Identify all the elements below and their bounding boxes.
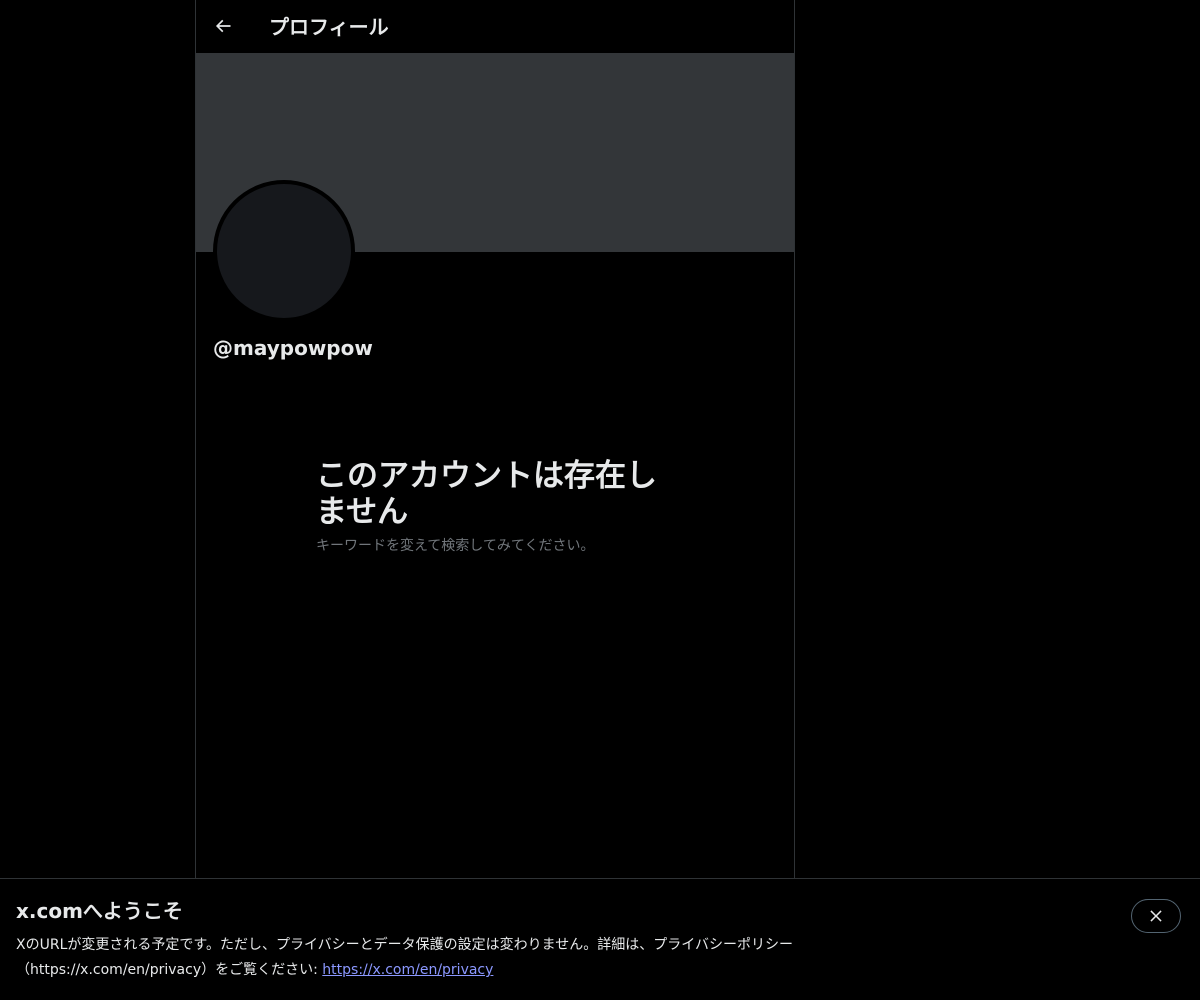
back-button[interactable] [206, 9, 240, 43]
top-bar: プロフィール [196, 0, 794, 53]
welcome-notice: x.comへようこそ XのURLが変更される予定です。ただし、プライバシーとデー… [0, 878, 1200, 1000]
empty-state-subtitle: キーワードを変えて検索してみてください。 [316, 538, 595, 554]
avatar [213, 180, 355, 322]
page-title: プロフィール [269, 15, 389, 39]
notice-message: XのURLが変更される予定です。ただし、プライバシーとデータ保護の設定は変わりま… [16, 933, 886, 983]
profile-handle: @maypowpow [213, 336, 373, 360]
empty-state: このアカウントは存在しません キーワードを変えて検索してみてください。 [316, 458, 676, 556]
main-column: プロフィール @maypowpow このアカウントは存在しません キーワードを変… [195, 0, 795, 879]
privacy-link[interactable]: https://x.com/en/privacy [322, 962, 493, 978]
arrow-left-icon [215, 19, 231, 33]
notice-title: x.comへようこそ [16, 899, 183, 923]
empty-state-title: このアカウントは存在しません [316, 458, 657, 530]
close-button[interactable] [1131, 899, 1181, 933]
close-icon [1150, 910, 1162, 922]
